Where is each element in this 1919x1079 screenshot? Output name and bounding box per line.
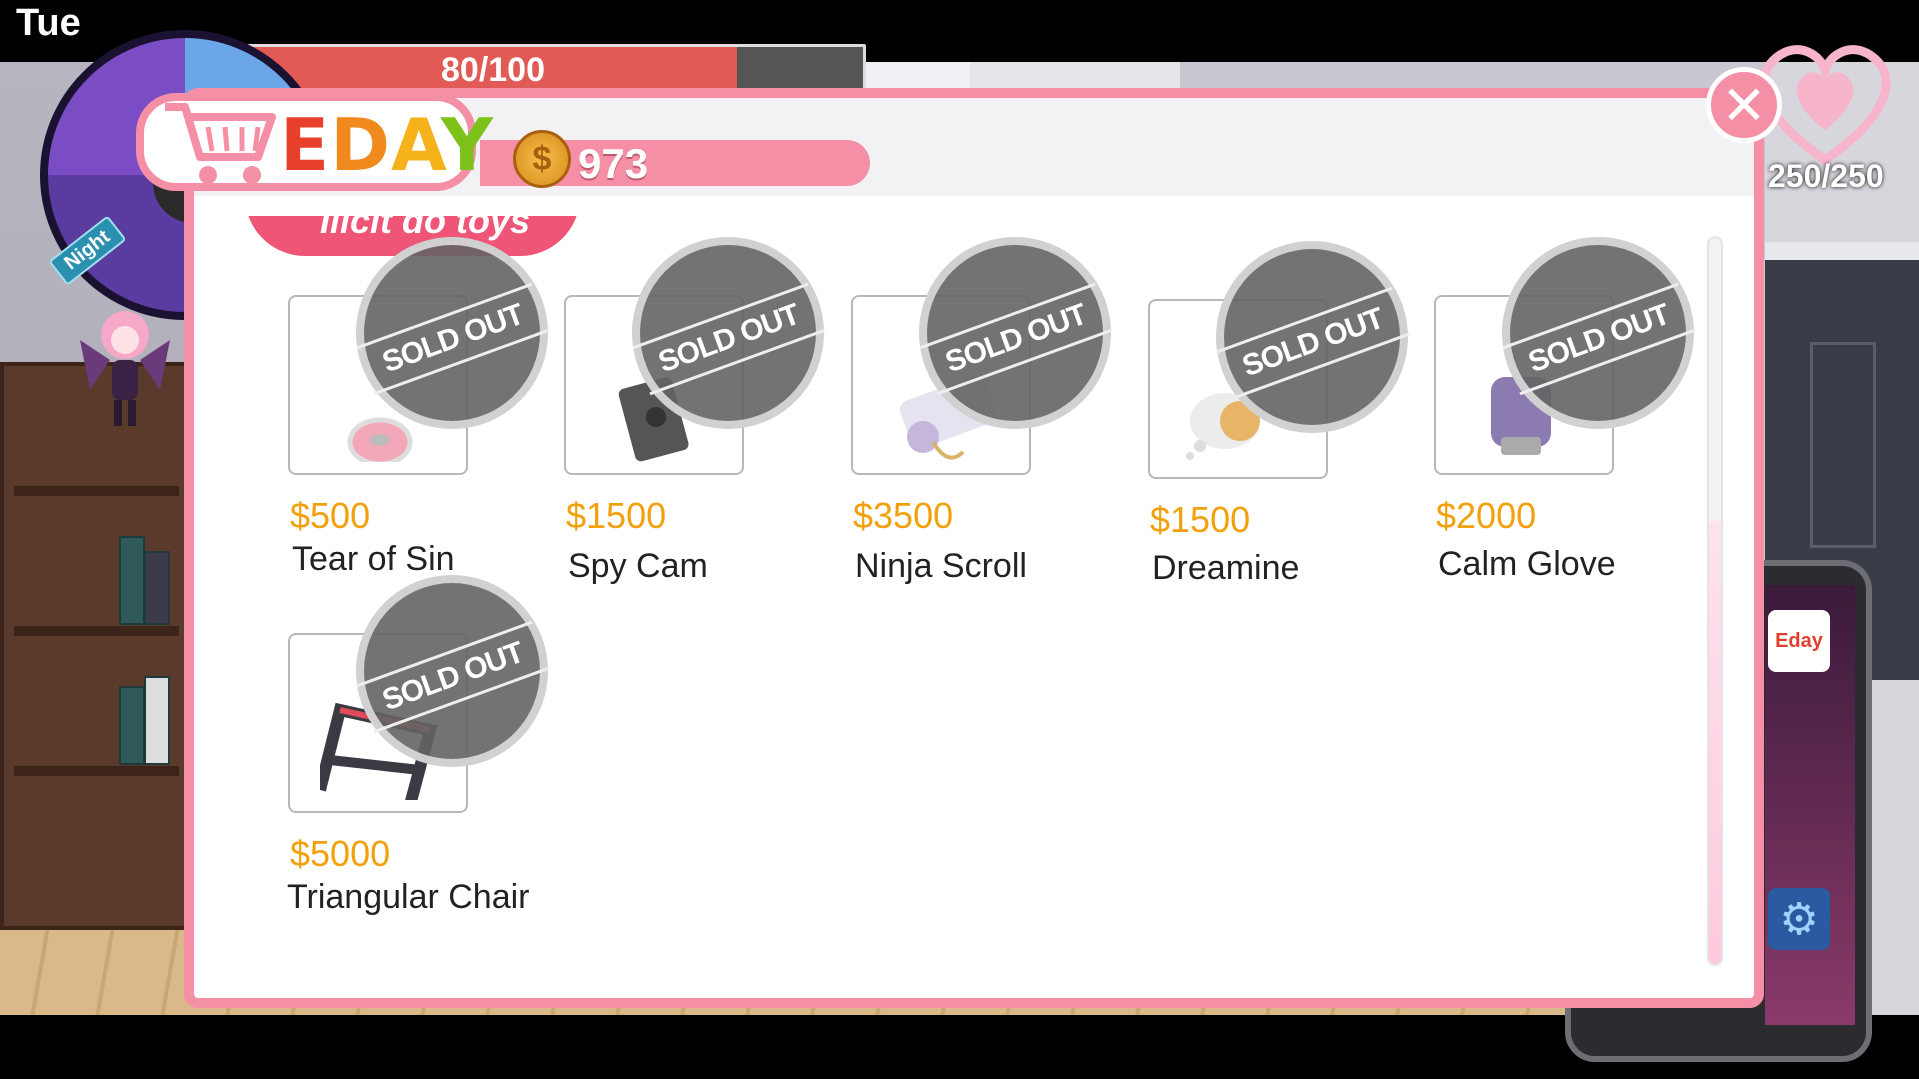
scrollbar-thumb[interactable] bbox=[1709, 520, 1721, 964]
sold-out-label: SOLD OUT bbox=[1216, 286, 1410, 400]
shop-item[interactable]: SOLD OUT $1500 Spy Cam bbox=[564, 237, 826, 595]
coin-balance: 973 bbox=[578, 140, 649, 187]
shop-logo-letter: E bbox=[280, 103, 331, 187]
shop-logo-letter: A bbox=[390, 103, 441, 187]
room-window bbox=[860, 62, 970, 88]
shop-logo-letter: Y bbox=[440, 103, 494, 187]
item-price: $5000 bbox=[290, 833, 391, 874]
sold-out-badge: SOLD OUT bbox=[1502, 237, 1696, 429]
sold-out-badge: SOLD OUT bbox=[632, 237, 826, 429]
eday-app-icon[interactable]: Eday bbox=[1768, 610, 1830, 672]
sold-out-badge: SOLD OUT bbox=[356, 575, 550, 767]
item-name: Ninja Scroll bbox=[855, 547, 1027, 585]
sold-out-badge: SOLD OUT bbox=[1216, 241, 1410, 433]
shop-item[interactable]: SOLD OUT $3500 Ninja Scroll bbox=[851, 237, 1113, 595]
shop-item[interactable]: SOLD OUT $500 Tear of Sin bbox=[288, 237, 550, 595]
shop-item[interactable]: SOLD OUT $5000 Triangular Chair bbox=[287, 575, 550, 933]
item-name: Spy Cam bbox=[568, 547, 708, 585]
sold-out-label: SOLD OUT bbox=[356, 620, 550, 734]
sold-out-badge: SOLD OUT bbox=[356, 237, 550, 429]
item-price: $3500 bbox=[853, 495, 954, 536]
eday-app-label: Eday bbox=[1775, 629, 1823, 652]
sold-out-label: SOLD OUT bbox=[356, 282, 550, 396]
item-price: $2000 bbox=[1436, 495, 1537, 536]
room-window bbox=[970, 62, 1180, 88]
item-price: $500 bbox=[290, 495, 371, 536]
item-name: Dreamine bbox=[1152, 549, 1300, 587]
shopping-cart-icon bbox=[165, 103, 276, 184]
coin-icon: $ bbox=[513, 130, 571, 188]
sold-out-badge: SOLD OUT bbox=[919, 237, 1113, 429]
close-button[interactable]: ✕ bbox=[1706, 67, 1782, 143]
cabinet-door bbox=[1810, 342, 1876, 548]
sold-out-label: SOLD OUT bbox=[632, 282, 826, 396]
item-price: $1500 bbox=[1150, 499, 1251, 540]
shop-logo-letter: D bbox=[330, 103, 391, 187]
category-title: Ilicit do toys bbox=[320, 216, 531, 241]
sold-out-label: SOLD OUT bbox=[1502, 282, 1696, 396]
succubus-character-sprite[interactable] bbox=[70, 300, 180, 430]
sold-out-label: SOLD OUT bbox=[919, 282, 1113, 396]
shop-item[interactable]: SOLD OUT $2000 Calm Glove bbox=[1434, 237, 1696, 595]
love-meter-value: 250/250 bbox=[1768, 158, 1884, 194]
bookshelf bbox=[0, 362, 193, 930]
shop-item[interactable]: SOLD OUT $1500 Dreamine bbox=[1148, 241, 1410, 599]
item-name: Triangular Chair bbox=[287, 878, 530, 916]
item-name: Calm Glove bbox=[1438, 545, 1616, 583]
day-label: Tue bbox=[16, 2, 81, 44]
shop-logo: EDAY bbox=[280, 103, 494, 187]
item-price: $1500 bbox=[566, 495, 667, 536]
hp-value: 80/100 bbox=[441, 51, 545, 89]
gear-icon[interactable]: ⚙ bbox=[1768, 888, 1830, 950]
item-name: Tear of Sin bbox=[292, 540, 455, 578]
